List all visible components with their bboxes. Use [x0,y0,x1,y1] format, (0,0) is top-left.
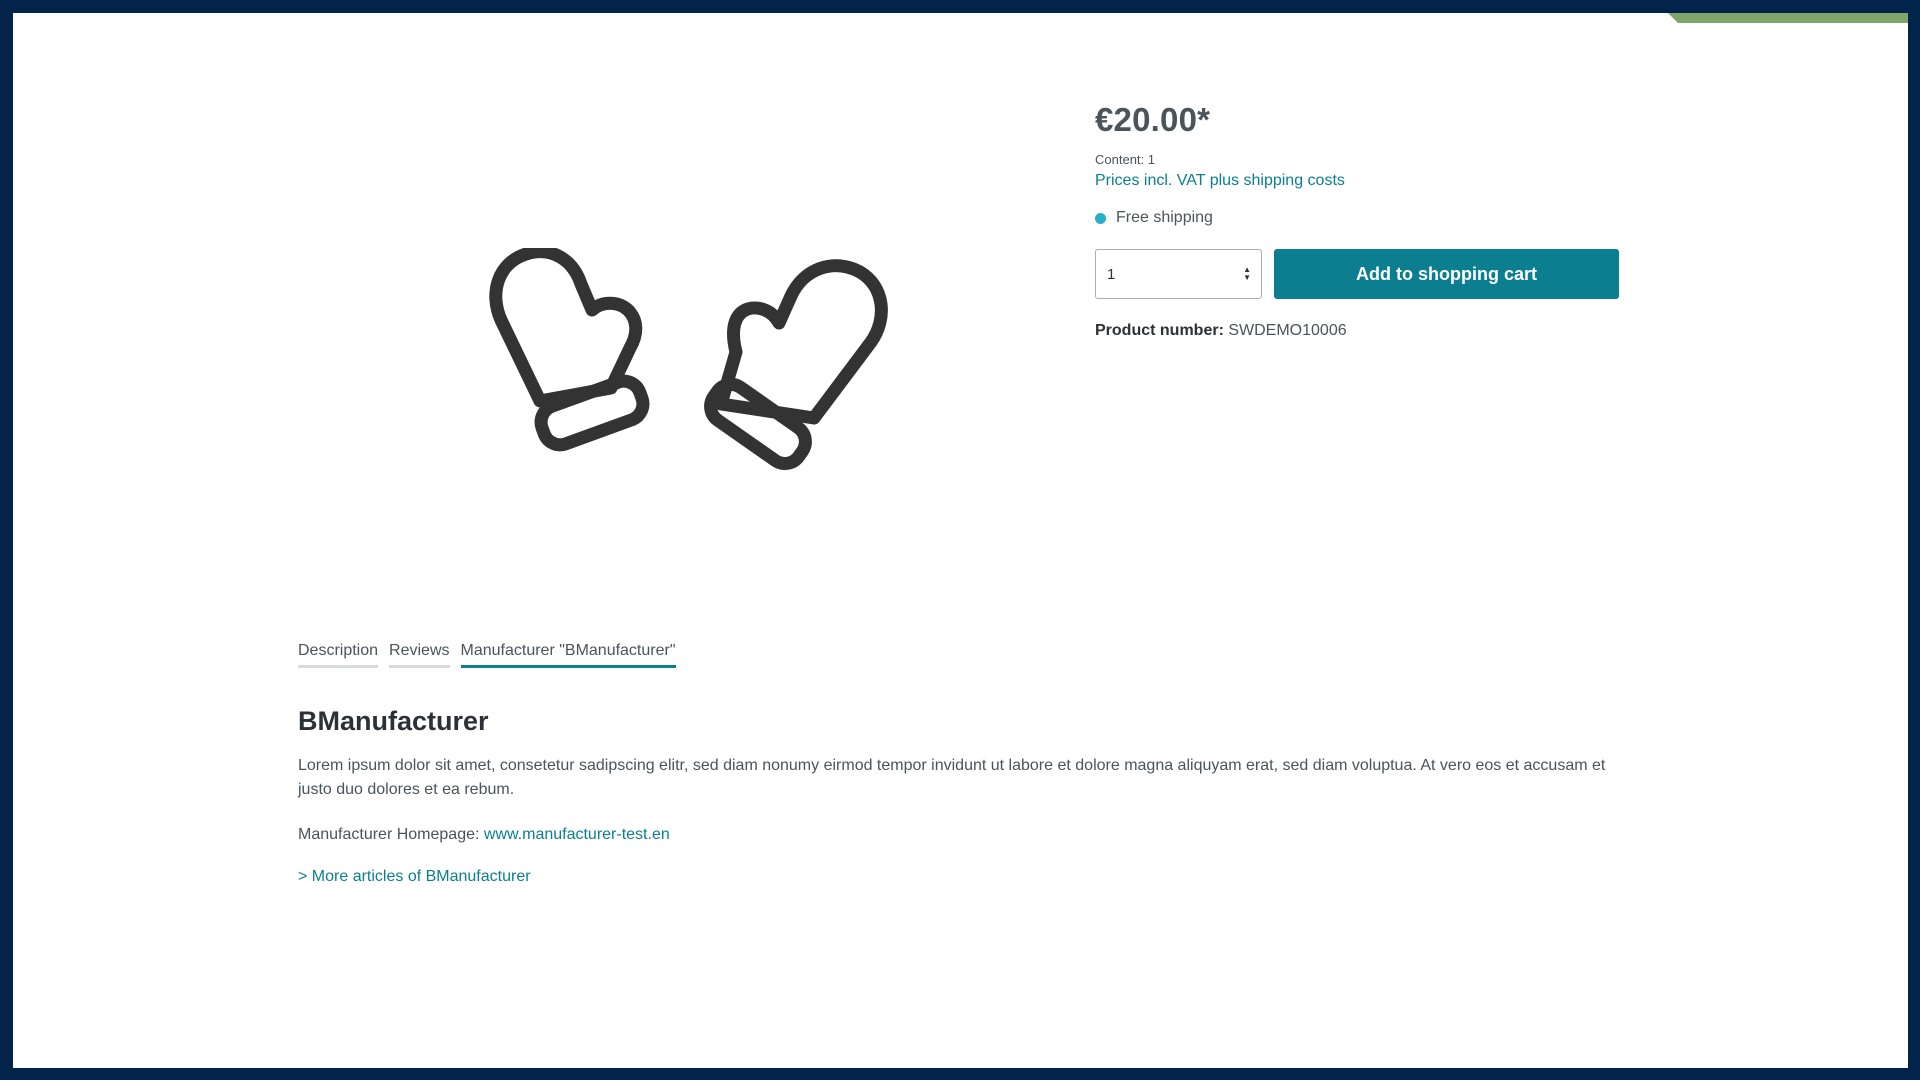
product-number: Product number: SWDEMO10006 [1095,322,1635,340]
buy-form: 1 ▲ ▼ Add to shopping cart [1095,249,1635,299]
manufacturer-homepage-label: Manufacturer Homepage: [298,826,480,843]
corner-accent-decoration [1668,13,1908,23]
product-price: €20.00* [1095,101,1211,138]
page-frame: €20.00* Content: 1 Prices incl. VAT plus… [13,13,1908,1068]
delivery-info: Free shipping [1095,209,1635,227]
add-to-cart-button[interactable]: Add to shopping cart [1274,249,1619,299]
quantity-select[interactable]: 1 ▲ ▼ [1095,249,1262,299]
more-articles-link[interactable]: > More articles of BManufacturer [298,868,531,886]
product-number-label: Product number: [1095,322,1224,339]
tab-reviews[interactable]: Reviews [389,642,450,668]
delivery-text: Free shipping [1116,209,1213,226]
buy-box: €20.00* Content: 1 Prices incl. VAT plus… [1095,103,1635,340]
tab-manufacturer[interactable]: Manufacturer "BManufacturer" [460,642,676,668]
manufacturer-description: Lorem ipsum dolor sit amet, consetetur s… [298,757,1606,798]
manufacturer-homepage: Manufacturer Homepage: www.manufacturer-… [298,826,1623,844]
manufacturer-title: BManufacturer [298,706,489,736]
product-number-value: SWDEMO10006 [1228,322,1347,339]
tab-description[interactable]: Description [298,642,379,668]
quantity-value: 1 [1107,265,1116,283]
mittens-icon [489,245,888,471]
manufacturer-homepage-link[interactable]: www.manufacturer-test.en [484,826,670,843]
select-arrows-icon: ▲ ▼ [1243,265,1251,282]
product-image [488,245,888,488]
product-detail-tabs: Description Reviews Manufacturer "BManuf… [298,642,687,668]
product-content: Content: 1 [1095,152,1155,167]
delivery-status-dot-icon [1095,212,1106,224]
manufacturer-panel: BManufacturer Lorem ipsum dolor sit amet… [298,706,1623,886]
vat-shipping-link[interactable]: Prices incl. VAT plus shipping costs [1095,172,1345,190]
